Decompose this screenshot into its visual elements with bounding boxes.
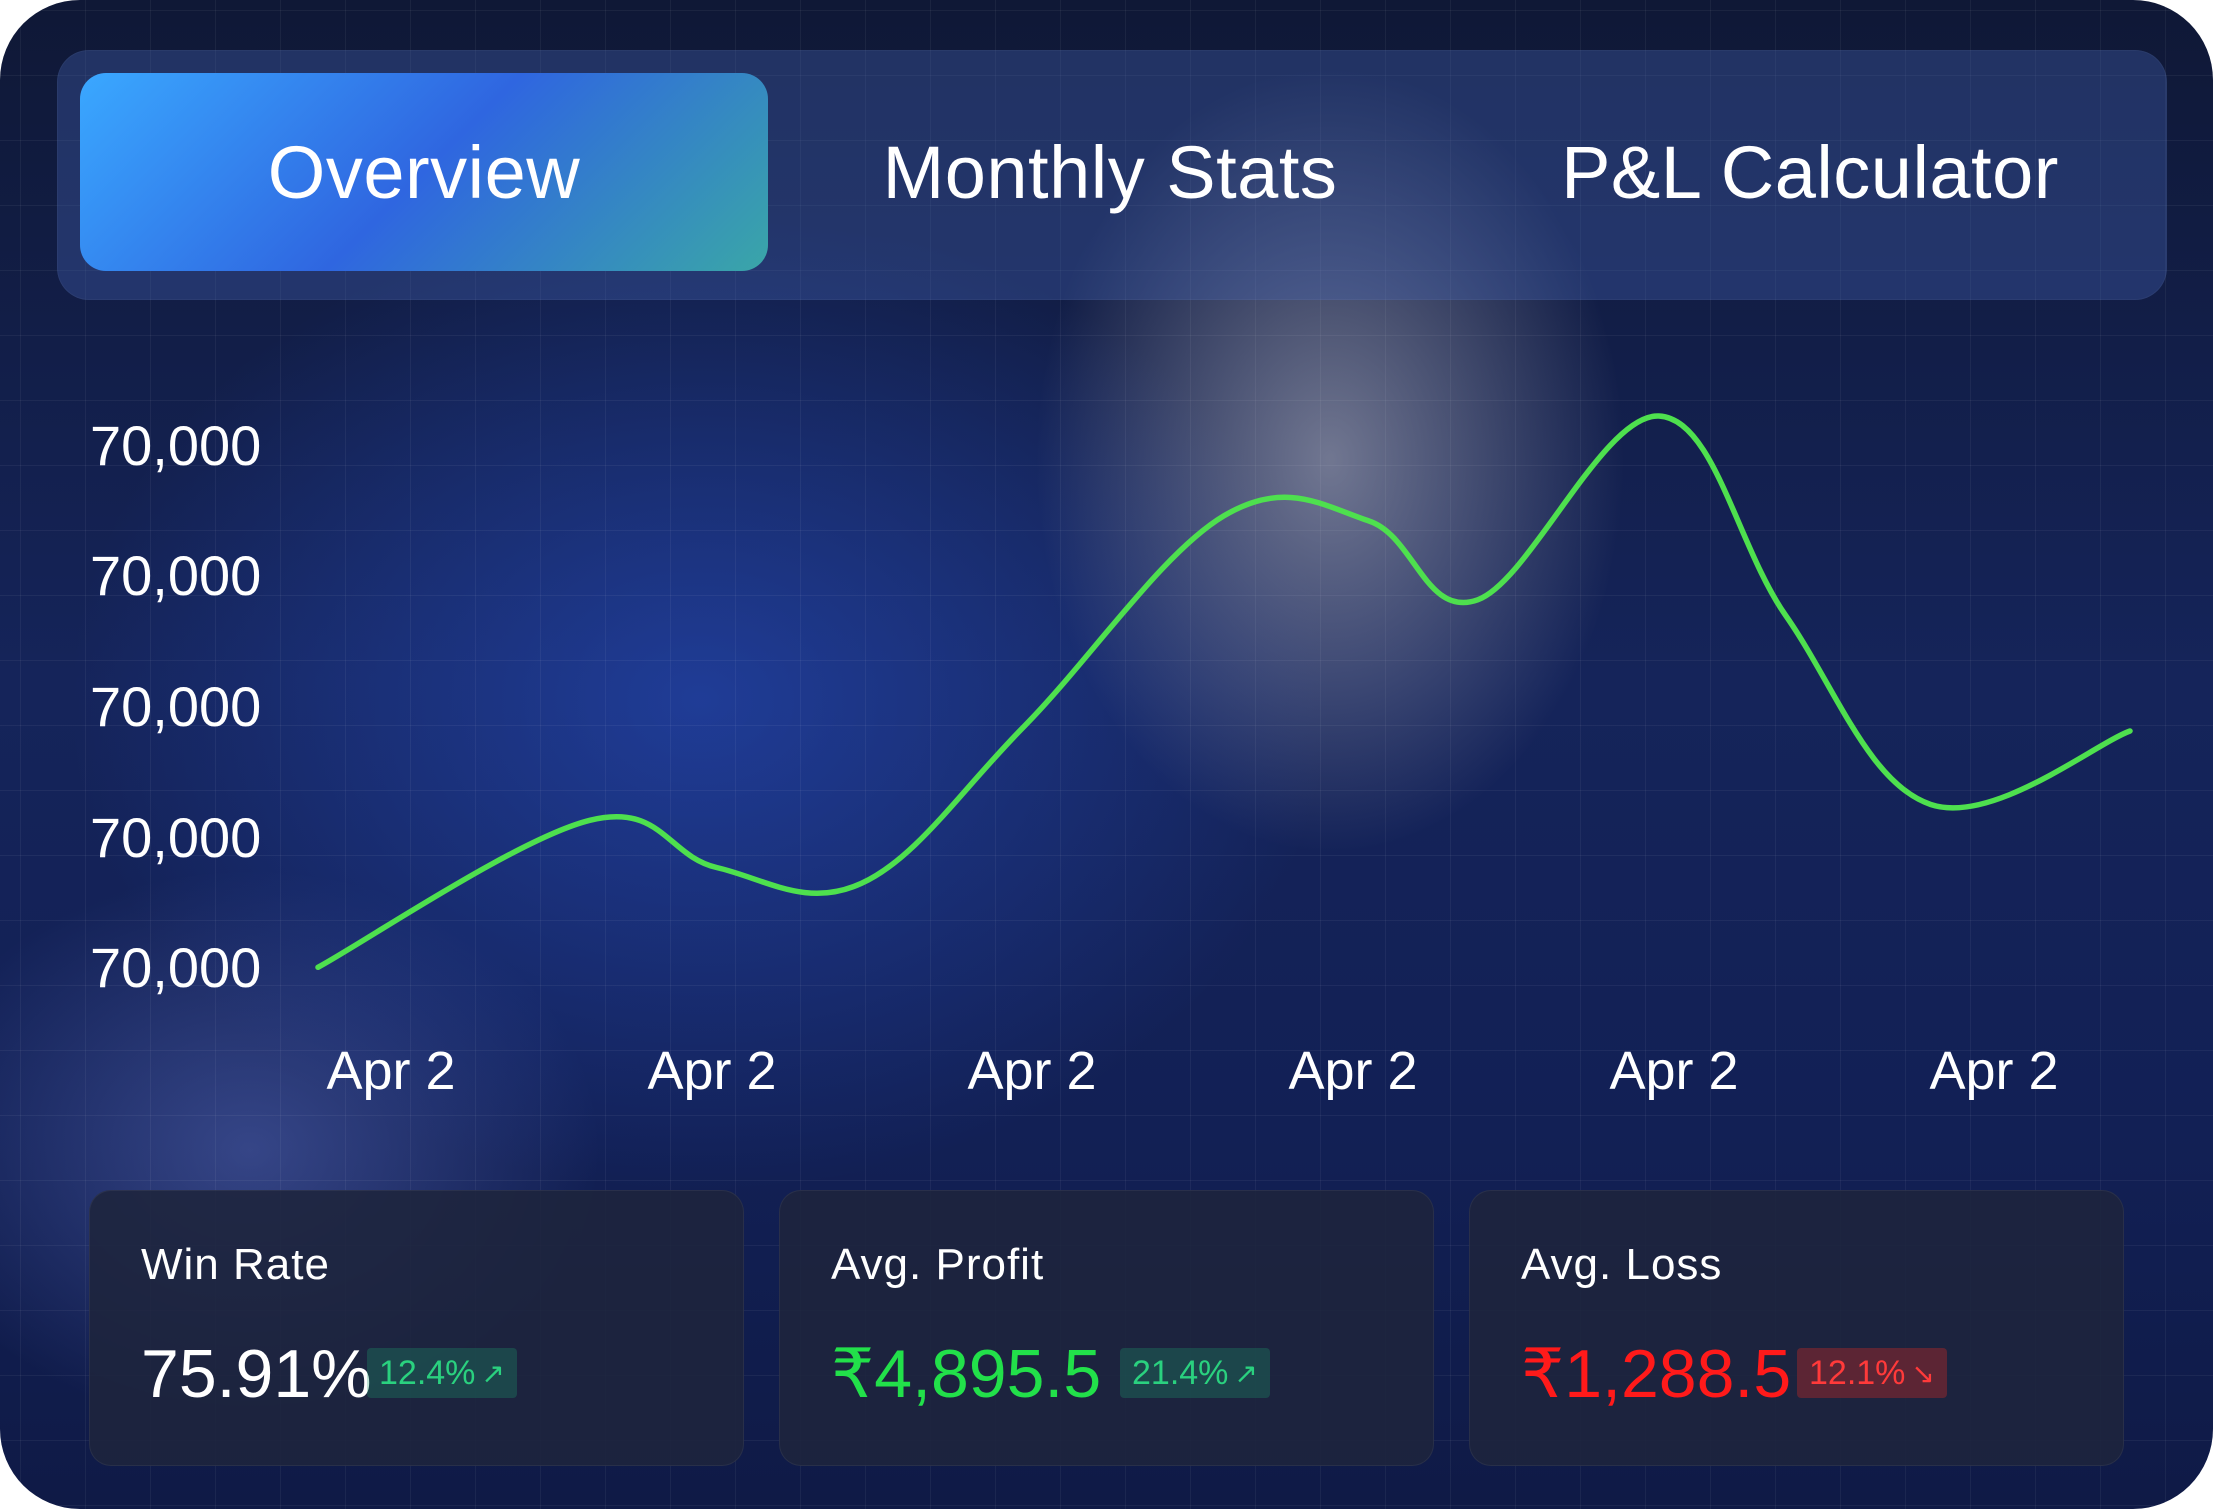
stat-card-avg-profit: Avg. Profit ₹4,895.5 21.4% ↗: [779, 1190, 1434, 1466]
stat-label: Avg. Loss: [1521, 1240, 1723, 1289]
stat-value: ₹1,288.5: [1521, 1336, 1792, 1412]
change-value: 12.1%: [1809, 1353, 1906, 1392]
change-value: 21.4%: [1132, 1353, 1229, 1392]
stat-card-win-rate: Win Rate 75.91% 12.4% ↗: [89, 1190, 744, 1466]
stat-value: ₹4,895.5: [831, 1336, 1102, 1412]
change-badge: 12.4% ↗: [367, 1348, 517, 1398]
x-tick-label: Apr 2: [1609, 1041, 1739, 1101]
chart-series-line: [315, 413, 2133, 971]
arrow-down-right-icon: ↘: [1911, 1357, 1935, 1389]
stat-value: 75.91%: [141, 1336, 372, 1412]
dashboard-card: Overview Monthly Stats P&L Calculator 70…: [0, 0, 2213, 1509]
stat-label: Win Rate: [141, 1240, 330, 1289]
arrow-up-right-icon: ↗: [1234, 1357, 1258, 1389]
change-badge: 21.4% ↗: [1120, 1348, 1270, 1398]
x-tick-label: Apr 2: [967, 1041, 1097, 1101]
change-value: 12.4%: [379, 1353, 476, 1392]
x-tick-label: Apr 2: [647, 1041, 777, 1101]
stat-card-avg-loss: Avg. Loss ₹1,288.5 12.1% ↘: [1469, 1190, 2124, 1466]
change-badge: 12.1% ↘: [1797, 1348, 1947, 1398]
x-tick-label: Apr 2: [1288, 1041, 1418, 1101]
x-tick-label: Apr 2: [326, 1041, 456, 1101]
arrow-up-right-icon: ↗: [481, 1357, 505, 1389]
stat-label: Avg. Profit: [831, 1240, 1045, 1289]
x-tick-label: Apr 2: [1929, 1041, 2059, 1101]
